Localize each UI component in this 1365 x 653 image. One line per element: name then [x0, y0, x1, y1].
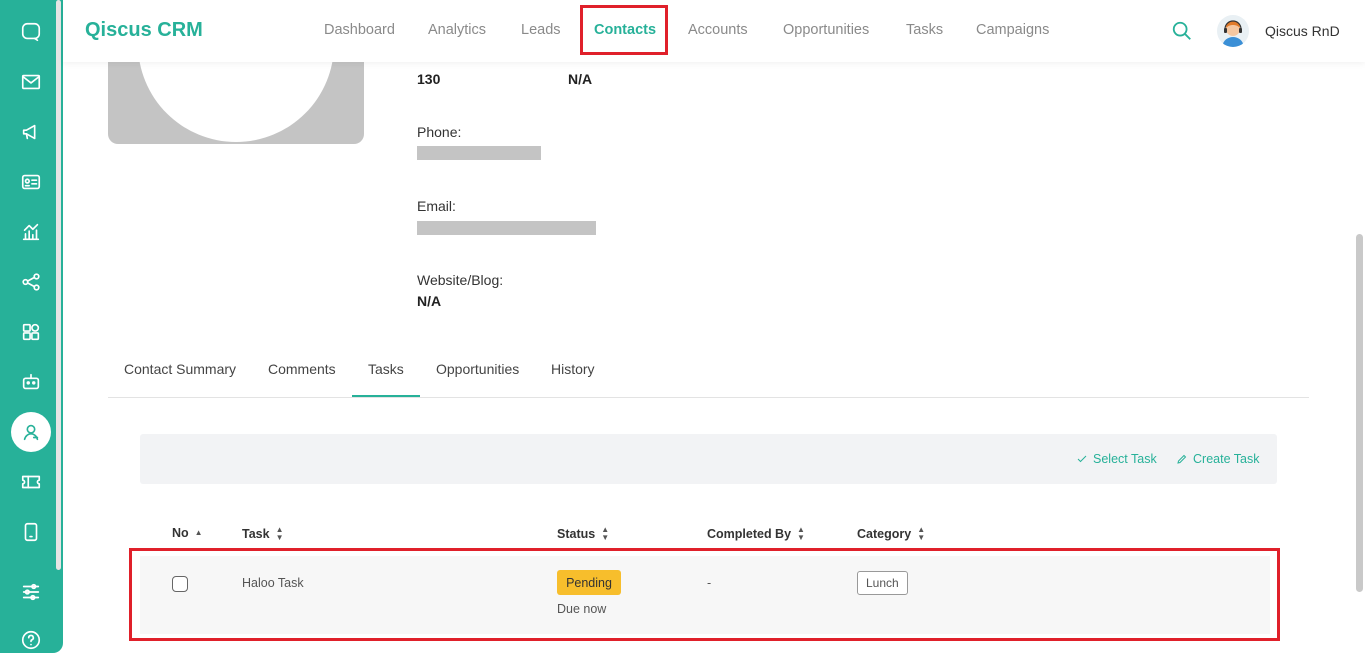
column-label-status: Status	[557, 527, 596, 541]
nav-accounts[interactable]: Accounts	[688, 22, 748, 38]
profile-value-1: 130	[417, 71, 441, 87]
sort-asc-icon: ▲	[194, 528, 203, 537]
nav-campaigns[interactable]: Campaigns	[976, 22, 1049, 38]
tab-tasks[interactable]: Tasks	[368, 361, 404, 377]
sort-icon: ▲ ▼	[601, 525, 610, 542]
brand-logo[interactable]: Qiscus CRM	[85, 19, 203, 42]
create-task-button[interactable]: Create Task	[1176, 452, 1259, 466]
nav-dashboard[interactable]: Dashboard	[324, 22, 395, 38]
column-label-category: Category	[857, 527, 912, 541]
search-icon[interactable]	[1171, 20, 1193, 42]
phone-label: Phone:	[417, 124, 462, 140]
profile-value-2: N/A	[568, 71, 593, 87]
column-header-completed-by[interactable]: Completed By ▲ ▼	[707, 526, 805, 542]
settings-sliders-icon[interactable]	[11, 572, 51, 612]
select-task-label: Select Task	[1093, 452, 1157, 466]
sort-icon: ▲ ▼	[797, 525, 805, 542]
robot-icon[interactable]	[11, 362, 51, 402]
column-header-status[interactable]: Status ▲ ▼	[557, 526, 609, 542]
website-value: N/A	[417, 293, 442, 309]
website-label: Website/Blog:	[417, 272, 504, 288]
sidebar-scrollbar[interactable]	[56, 0, 61, 570]
column-header-no[interactable]: No ▲	[172, 526, 203, 540]
sidebar	[0, 0, 63, 653]
contact-tabs: Contact Summary Comments Tasks Opportuni…	[108, 352, 1309, 398]
nav-opportunities[interactable]: Opportunities	[783, 22, 869, 38]
status-badge: Pending	[557, 570, 621, 595]
row-highlight-box	[129, 548, 1280, 641]
mail-icon[interactable]	[11, 62, 51, 102]
analytics-icon[interactable]	[11, 212, 51, 252]
app-root: Qiscus CRM Dashboard Analytics Leads Con…	[0, 0, 1365, 653]
check-icon	[1077, 455, 1087, 463]
column-header-category[interactable]: Category ▲ ▼	[857, 526, 925, 542]
contact-card-icon[interactable]	[11, 162, 51, 202]
contacts-person-icon[interactable]	[11, 412, 51, 452]
completed-by-value: -	[707, 576, 712, 590]
megaphone-icon[interactable]	[11, 112, 51, 152]
select-task-button[interactable]: Select Task	[1076, 452, 1157, 466]
sort-icon: ▲ ▼	[917, 525, 926, 542]
chat-icon[interactable]	[11, 12, 51, 52]
create-task-label: Create Task	[1193, 452, 1260, 466]
apps-grid-icon[interactable]	[11, 312, 51, 352]
tab-opportunities[interactable]: Opportunities	[436, 361, 519, 377]
column-label-task: Task	[242, 527, 270, 541]
nav-highlight-box	[580, 5, 668, 55]
share-icon[interactable]	[11, 262, 51, 302]
ticket-icon[interactable]	[11, 462, 51, 502]
tab-contact-summary[interactable]: Contact Summary	[124, 361, 236, 377]
email-redacted	[417, 221, 596, 235]
pencil-icon	[1177, 454, 1187, 464]
tab-history[interactable]: History	[551, 361, 595, 377]
phone-redacted	[417, 146, 541, 160]
help-icon[interactable]	[11, 620, 51, 653]
mobile-device-icon[interactable]	[11, 512, 51, 552]
column-header-task[interactable]: Task ▲ ▼	[242, 526, 284, 542]
due-text: Due now	[557, 602, 607, 616]
avatar[interactable]	[1217, 15, 1249, 47]
task-name[interactable]: Haloo Task	[242, 576, 304, 590]
nav-leads[interactable]: Leads	[521, 22, 561, 38]
main-scrollbar[interactable]	[1356, 234, 1363, 592]
tab-comments[interactable]: Comments	[268, 361, 336, 377]
category-tag: Lunch	[857, 571, 908, 595]
task-toolbar: Select Task Create Task	[140, 434, 1277, 484]
column-label-completed-by: Completed By	[707, 527, 792, 541]
sort-icon: ▲ ▼	[275, 525, 284, 542]
nav-analytics[interactable]: Analytics	[428, 22, 486, 38]
active-tab-indicator	[352, 395, 420, 397]
column-label-no: No	[172, 526, 189, 540]
email-label: Email:	[417, 198, 456, 214]
top-header: Qiscus CRM Dashboard Analytics Leads Con…	[63, 0, 1365, 62]
row-select-checkbox[interactable]	[172, 576, 188, 592]
user-name[interactable]: Qiscus RnD	[1265, 23, 1340, 39]
nav-tasks[interactable]: Tasks	[906, 22, 943, 38]
